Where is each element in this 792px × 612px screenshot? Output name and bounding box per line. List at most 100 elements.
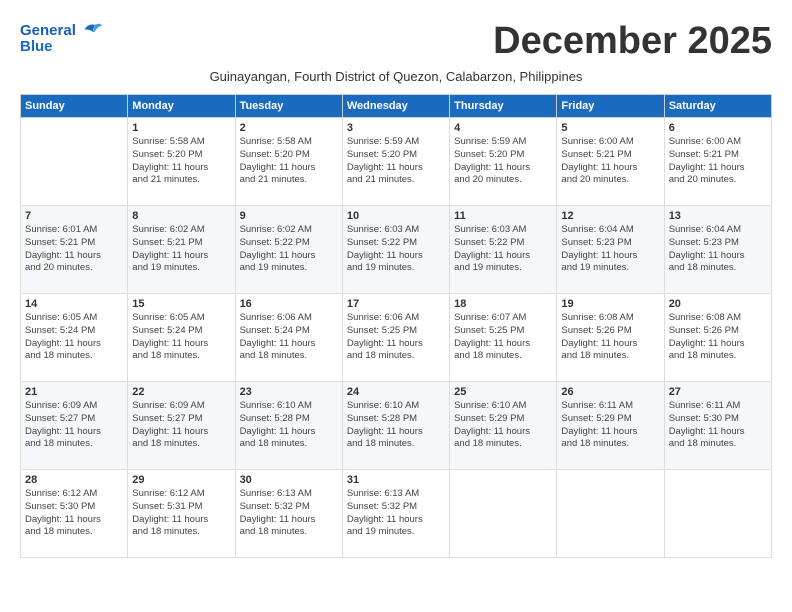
day-number: 8 bbox=[132, 210, 230, 222]
day-info: Sunrise: 6:08 AMSunset: 5:26 PMDaylight:… bbox=[561, 312, 659, 363]
day-number: 20 bbox=[669, 298, 767, 310]
weekday-header-monday: Monday bbox=[128, 95, 235, 118]
calendar-cell: 30 Sunrise: 6:13 AMSunset: 5:32 PMDayligh… bbox=[235, 470, 342, 558]
calendar-cell bbox=[21, 118, 128, 206]
logo: General Blue bbox=[20, 20, 102, 55]
calendar-cell: 18Sunrise: 6:07 AMSunset: 5:25 PMDayligh… bbox=[450, 294, 557, 382]
day-number: 25 bbox=[454, 386, 552, 398]
day-number: 2 bbox=[240, 122, 338, 134]
day-info: Sunrise: 6:05 AMSunset: 5:24 PMDaylight:… bbox=[132, 312, 230, 363]
weekday-header-friday: Friday bbox=[557, 95, 664, 118]
day-info: Sunrise: 6:05 AMSunset: 5:24 PMDaylight:… bbox=[25, 312, 123, 363]
calendar-cell: 4Sunrise: 5:59 AMSunset: 5:20 PMDaylight… bbox=[450, 118, 557, 206]
day-number: 22 bbox=[132, 386, 230, 398]
day-number: 5 bbox=[561, 122, 659, 134]
day-number: 27 bbox=[669, 386, 767, 398]
day-number: 11 bbox=[454, 210, 552, 222]
day-number: 12 bbox=[561, 210, 659, 222]
calendar-cell: 7 Sunrise: 6:01 AMSunset: 5:21 PMDaylight… bbox=[21, 206, 128, 294]
day-number: 9 bbox=[240, 210, 338, 222]
calendar-cell: 20 Sunrise: 6:08 AMSunset: 5:26 PMDayligh… bbox=[664, 294, 771, 382]
day-info: Sunrise: 6:10 AMSunset: 5:29 PMDaylight:… bbox=[454, 400, 552, 451]
day-info: Sunrise: 6:08 AMSunset: 5:26 PMDaylight:… bbox=[669, 312, 767, 363]
logo-bird-icon bbox=[78, 20, 102, 40]
calendar-cell: 21 Sunrise: 6:09 AMSunset: 5:27 PMDayligh… bbox=[21, 382, 128, 470]
day-info: Sunrise: 6:09 AMSunset: 5:27 PMDaylight:… bbox=[25, 400, 123, 451]
day-number: 15 bbox=[132, 298, 230, 310]
calendar-cell: 11 Sunrise: 6:03 AMSunset: 5:22 PMDayligh… bbox=[450, 206, 557, 294]
day-info: Sunrise: 6:09 AMSunset: 5:27 PMDaylight:… bbox=[132, 400, 230, 451]
day-info: Sunrise: 6:01 AMSunset: 5:21 PMDaylight:… bbox=[25, 224, 123, 275]
day-number: 13 bbox=[669, 210, 767, 222]
day-info: Sunrise: 6:12 AMSunset: 5:31 PMDaylight:… bbox=[132, 488, 230, 539]
day-info: Sunrise: 6:03 AMSunset: 5:22 PMDaylight:… bbox=[347, 224, 445, 275]
day-number: 7 bbox=[25, 210, 123, 222]
weekday-header-tuesday: Tuesday bbox=[235, 95, 342, 118]
calendar-cell: 27Sunrise: 6:11 AMSunset: 5:30 PMDayligh… bbox=[664, 382, 771, 470]
day-number: 18 bbox=[454, 298, 552, 310]
calendar-cell: 1 Sunrise: 5:58 AMSunset: 5:20 PMDaylight… bbox=[128, 118, 235, 206]
weekday-header-wednesday: Wednesday bbox=[342, 95, 449, 118]
calendar-cell: 13 Sunrise: 6:04 AMSunset: 5:23 PMDayligh… bbox=[664, 206, 771, 294]
day-number: 17 bbox=[347, 298, 445, 310]
day-info: Sunrise: 6:06 AMSunset: 5:24 PMDaylight:… bbox=[240, 312, 338, 363]
day-info: Sunrise: 6:11 AMSunset: 5:29 PMDaylight:… bbox=[561, 400, 659, 451]
day-info: Sunrise: 6:04 AMSunset: 5:23 PMDaylight:… bbox=[669, 224, 767, 275]
day-info: Sunrise: 5:58 AMSunset: 5:20 PMDaylight:… bbox=[240, 136, 338, 187]
calendar-cell: 3Sunrise: 5:59 AMSunset: 5:20 PMDaylight… bbox=[342, 118, 449, 206]
calendar-cell: 2 Sunrise: 5:58 AMSunset: 5:20 PMDaylight… bbox=[235, 118, 342, 206]
day-number: 19 bbox=[561, 298, 659, 310]
day-number: 24 bbox=[347, 386, 445, 398]
calendar-table: SundayMondayTuesdayWednesdayThursdayFrid… bbox=[20, 94, 772, 558]
day-number: 6 bbox=[669, 122, 767, 134]
day-number: 30 bbox=[240, 474, 338, 486]
day-number: 26 bbox=[561, 386, 659, 398]
logo-general: General bbox=[20, 22, 76, 39]
calendar-cell: 23 Sunrise: 6:10 AMSunset: 5:28 PMDayligh… bbox=[235, 382, 342, 470]
calendar-cell: 9 Sunrise: 6:02 AMSunset: 5:22 PMDaylight… bbox=[235, 206, 342, 294]
day-number: 1 bbox=[132, 122, 230, 134]
calendar-cell: 31 Sunrise: 6:13 AMSunset: 5:32 PMDayligh… bbox=[342, 470, 449, 558]
calendar-cell bbox=[664, 470, 771, 558]
calendar-cell: 19 Sunrise: 6:08 AMSunset: 5:26 PMDayligh… bbox=[557, 294, 664, 382]
calendar-cell: 5 Sunrise: 6:00 AMSunset: 5:21 PMDaylight… bbox=[557, 118, 664, 206]
day-info: Sunrise: 6:03 AMSunset: 5:22 PMDaylight:… bbox=[454, 224, 552, 275]
day-number: 14 bbox=[25, 298, 123, 310]
calendar-cell: 26 Sunrise: 6:11 AMSunset: 5:29 PMDayligh… bbox=[557, 382, 664, 470]
calendar-cell: 17 Sunrise: 6:06 AMSunset: 5:25 PMDayligh… bbox=[342, 294, 449, 382]
weekday-header-saturday: Saturday bbox=[664, 95, 771, 118]
day-number: 23 bbox=[240, 386, 338, 398]
calendar-cell: 29Sunrise: 6:12 AMSunset: 5:31 PMDayligh… bbox=[128, 470, 235, 558]
calendar-cell: 22 Sunrise: 6:09 AMSunset: 5:27 PMDayligh… bbox=[128, 382, 235, 470]
day-info: Sunrise: 6:12 AMSunset: 5:30 PMDaylight:… bbox=[25, 488, 123, 539]
calendar-cell: 25 Sunrise: 6:10 AMSunset: 5:29 PMDayligh… bbox=[450, 382, 557, 470]
day-number: 16 bbox=[240, 298, 338, 310]
weekday-header-sunday: Sunday bbox=[21, 95, 128, 118]
calendar-cell: 16 Sunrise: 6:06 AMSunset: 5:24 PMDayligh… bbox=[235, 294, 342, 382]
day-info: Sunrise: 6:10 AMSunset: 5:28 PMDaylight:… bbox=[240, 400, 338, 451]
day-number: 4 bbox=[454, 122, 552, 134]
day-number: 10 bbox=[347, 210, 445, 222]
calendar-cell: 10 Sunrise: 6:03 AMSunset: 5:22 PMDayligh… bbox=[342, 206, 449, 294]
day-info: Sunrise: 6:13 AMSunset: 5:32 PMDaylight:… bbox=[240, 488, 338, 539]
day-number: 31 bbox=[347, 474, 445, 486]
day-number: 28 bbox=[25, 474, 123, 486]
calendar-cell bbox=[450, 470, 557, 558]
day-number: 21 bbox=[25, 386, 123, 398]
day-info: Sunrise: 6:04 AMSunset: 5:23 PMDaylight:… bbox=[561, 224, 659, 275]
day-info: Sunrise: 6:06 AMSunset: 5:25 PMDaylight:… bbox=[347, 312, 445, 363]
day-info: Sunrise: 6:13 AMSunset: 5:32 PMDaylight:… bbox=[347, 488, 445, 539]
calendar-cell: 6 Sunrise: 6:00 AMSunset: 5:21 PMDaylight… bbox=[664, 118, 771, 206]
day-info: Sunrise: 6:02 AMSunset: 5:22 PMDaylight:… bbox=[240, 224, 338, 275]
subtitle: Guinayangan, Fourth District of Quezon, … bbox=[20, 69, 772, 84]
calendar-cell: 28 Sunrise: 6:12 AMSunset: 5:30 PMDayligh… bbox=[21, 470, 128, 558]
calendar-cell: 15 Sunrise: 6:05 AMSunset: 5:24 PMDayligh… bbox=[128, 294, 235, 382]
day-info: Sunrise: 6:00 AMSunset: 5:21 PMDaylight:… bbox=[669, 136, 767, 187]
day-info: Sunrise: 6:02 AMSunset: 5:21 PMDaylight:… bbox=[132, 224, 230, 275]
day-info: Sunrise: 5:58 AMSunset: 5:20 PMDaylight:… bbox=[132, 136, 230, 187]
calendar-cell: 24Sunrise: 6:10 AMSunset: 5:28 PMDayligh… bbox=[342, 382, 449, 470]
day-info: Sunrise: 6:00 AMSunset: 5:21 PMDaylight:… bbox=[561, 136, 659, 187]
calendar-cell: 8 Sunrise: 6:02 AMSunset: 5:21 PMDaylight… bbox=[128, 206, 235, 294]
month-title: December 2025 bbox=[493, 20, 772, 63]
logo-blue-text: Blue bbox=[20, 38, 102, 55]
